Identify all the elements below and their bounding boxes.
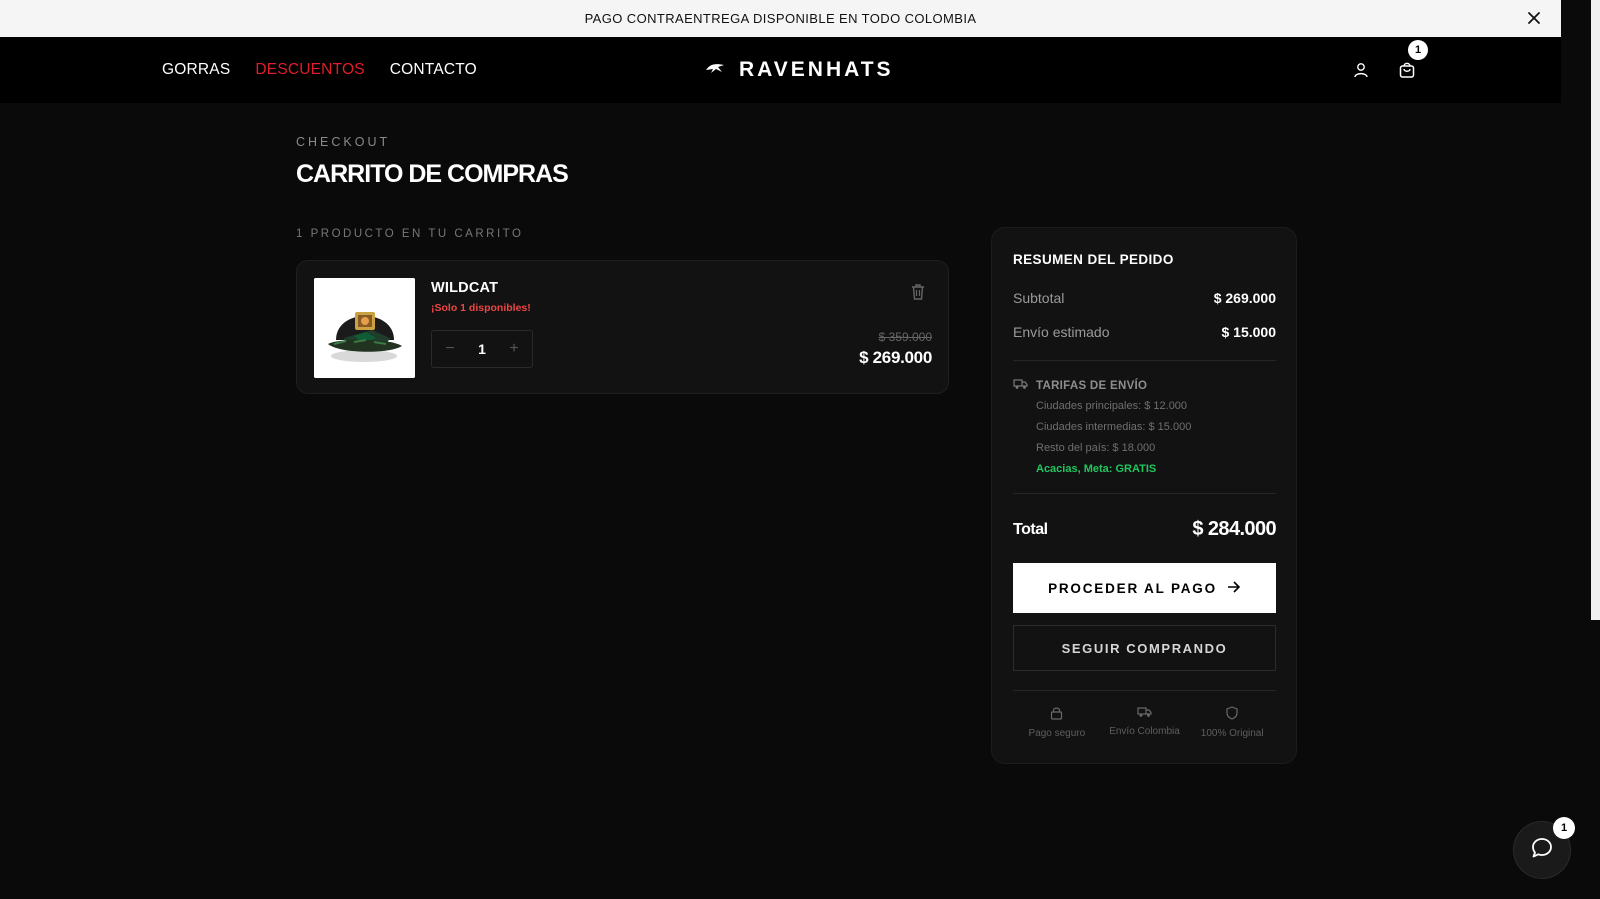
quantity-stepper: − 1 + [431,330,533,368]
truck-icon [1137,706,1152,721]
announcement-bar: PAGO CONTRAENTREGA DISPONIBLE EN TODO CO… [0,0,1561,37]
divider [1013,690,1276,691]
user-icon[interactable] [1350,59,1372,81]
nav-link-descuentos[interactable]: DESCUENTOS [255,61,364,79]
stock-warning: ¡Solo 1 disponibles! [431,302,531,314]
trust-badges: Pago seguro Envío Colombia 100% Original [1013,706,1276,739]
quantity-value: 1 [478,341,486,357]
chat-bubble-icon [1530,836,1554,865]
shipping-row: Envío estimado $ 15.000 [1013,324,1276,340]
page-title: CARRITO DE COMPRAS [296,160,569,188]
truck-icon [1013,378,1028,393]
breadcrumb: CHECKOUT [296,135,391,149]
increase-quantity-button[interactable]: + [506,340,522,358]
total-row: Total $ 284.000 [1013,518,1277,541]
announcement-text: PAGO CONTRAENTREGA DISPONIBLE EN TODO CO… [584,11,977,26]
total-label: Total [1013,520,1048,538]
proceed-to-payment-button[interactable]: PROCEDER AL PAGO [1013,563,1276,613]
cart-count-badge: 1 [1408,40,1428,60]
decrease-quantity-button[interactable]: − [442,340,458,358]
site-header: GORRAS DESCUENTOS CONTACTO RAVENHATS 1 [0,37,1561,103]
product-image[interactable] [314,278,415,378]
divider [1013,493,1276,494]
raven-icon [705,61,725,80]
lock-icon [1050,706,1063,723]
order-summary: RESUMEN DEL PEDIDO Subtotal $ 269.000 En… [991,227,1297,764]
chat-notification-badge: 1 [1553,817,1575,839]
shipping-value: $ 15.000 [1221,324,1277,340]
close-icon[interactable] [1525,9,1543,27]
brand-logo[interactable]: RAVENHATS [705,37,894,103]
trust-original: 100% Original [1188,706,1276,739]
trust-shipping: Envío Colombia [1101,706,1189,739]
header-actions: 1 [1350,37,1428,103]
proceed-button-label: PROCEDER AL PAGO [1048,580,1217,596]
subtotal-value: $ 269.000 [1213,290,1276,306]
cart-item-card: WILDCAT ¡Solo 1 disponibles! − 1 + $ 359… [296,260,949,394]
trash-icon[interactable] [910,283,926,301]
subtotal-row: Subtotal $ 269.000 [1013,290,1276,306]
nav-link-gorras[interactable]: GORRAS [162,61,230,79]
cart-item-count: 1 PRODUCTO EN TU CARRITO [296,228,524,240]
total-value: $ 284.000 [1192,518,1276,540]
brand-name: RAVENHATS [739,58,894,81]
shipping-rates-title: TARIFAS DE ENVÍO [1036,379,1148,392]
free-shipping-line: Acacias, Meta: GRATIS [1036,463,1157,475]
shopping-bag-icon[interactable]: 1 [1396,40,1428,81]
divider [1013,360,1276,361]
rate-line: Ciudades intermedias: $ 15.000 [1036,421,1192,433]
summary-title: RESUMEN DEL PEDIDO [1013,252,1174,267]
continue-shopping-button[interactable]: SEGUIR COMPRANDO [1013,625,1276,671]
arrow-right-icon [1227,580,1241,596]
sale-price: $ 269.000 [859,348,932,367]
subtotal-label: Subtotal [1013,290,1065,306]
trust-secure-payment: Pago seguro [1013,706,1101,739]
scrollbar-track[interactable] [1591,0,1600,620]
shield-icon [1226,706,1238,723]
product-name[interactable]: WILDCAT [431,280,498,296]
shipping-label: Envío estimado [1013,324,1110,340]
rate-line: Ciudades principales: $ 12.000 [1036,400,1188,412]
rate-line: Resto del país: $ 18.000 [1036,442,1156,454]
nav-link-contacto[interactable]: CONTACTO [390,61,477,79]
main-nav: GORRAS DESCUENTOS CONTACTO [162,37,477,103]
original-price: $ 359.000 [878,330,932,344]
shipping-rates-heading: TARIFAS DE ENVÍO [1013,378,1147,393]
